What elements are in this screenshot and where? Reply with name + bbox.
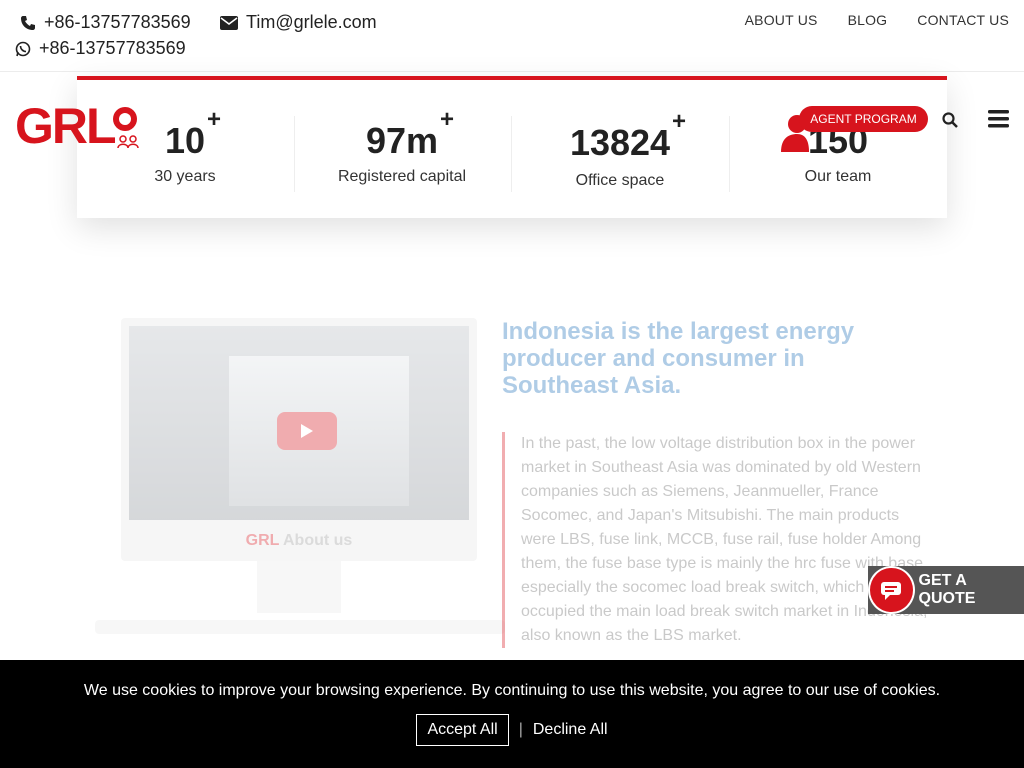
envelope-icon — [220, 15, 238, 30]
play-icon — [301, 424, 313, 438]
monitor-frame: GRL About us — [121, 318, 477, 561]
stat-office: 13824 + Office space — [560, 108, 686, 198]
keyboard — [95, 620, 505, 634]
article-body: In the past, the low voltage distributio… — [502, 432, 932, 648]
play-button[interactable] — [277, 412, 337, 450]
search-icon — [942, 112, 958, 128]
stat-years: 10 + 30 years — [139, 106, 231, 196]
globe-people-icon — [112, 107, 139, 149]
decline-all-button[interactable]: Decline All — [533, 721, 608, 739]
stats-card: 10 + 30 years 97m + Registered capital 138… — [77, 76, 947, 218]
phone-icon — [21, 15, 35, 30]
monitor-brand: GRL — [245, 532, 280, 549]
monitor-caption: GRL About us — [121, 532, 477, 550]
quote-circle — [868, 566, 915, 614]
stat-label: Registered capital — [337, 168, 467, 185]
search-button[interactable] — [942, 112, 958, 133]
cookie-message: We use cookies to improve your browsing … — [83, 682, 941, 699]
chat-icon — [881, 582, 902, 600]
top-nav: ABOUT US BLOG CONTACT US — [745, 12, 1009, 28]
accept-all-button[interactable]: Accept All — [416, 714, 509, 746]
hamburger-icon — [988, 110, 1009, 128]
email-address: Tim@grlele.com — [246, 12, 377, 32]
stat-label: 30 years — [154, 168, 216, 185]
stat-value: 10 — [164, 120, 206, 161]
stat-plus: + — [672, 108, 687, 135]
stat-divider — [729, 116, 730, 192]
stat-label: Office space — [575, 172, 665, 189]
stat-plus: + — [440, 106, 455, 133]
whatsapp-icon — [15, 41, 31, 56]
article-headline: Indonesia is the largest energy producer… — [502, 318, 855, 399]
get-quote-label: GET A QUOTE — [918, 572, 976, 607]
top-contact-bar: +86-13757783569 Tim@grlele.com +86-13757… — [0, 0, 1024, 72]
about-video[interactable]: GRL About us — [95, 318, 505, 638]
nav-about-us[interactable]: ABOUT US — [745, 12, 818, 28]
phone-number: +86-13757783569 — [44, 12, 191, 32]
monitor-stand — [257, 561, 341, 613]
cookie-banner: We use cookies to improve your browsing … — [0, 660, 1024, 768]
stat-divider — [294, 116, 295, 192]
stat-divider — [511, 116, 512, 192]
logo-text: GRL — [15, 98, 117, 154]
monitor-caption-text: About us — [283, 532, 353, 549]
cookie-actions: Accept All | Decline All — [0, 714, 1024, 746]
stat-label: Our team — [804, 168, 872, 185]
menu-button[interactable] — [988, 110, 1009, 133]
nav-contact-us[interactable]: CONTACT US — [917, 12, 1009, 28]
whatsapp-number: +86-13757783569 — [39, 38, 186, 58]
agent-program-button[interactable]: AGENT PROGRAM — [799, 106, 928, 132]
nav-blog[interactable]: BLOG — [848, 12, 888, 28]
video-screen — [129, 326, 469, 520]
stat-value: 13824 — [569, 122, 671, 163]
phone-contact[interactable]: +86-13757783569 — [20, 12, 191, 33]
whatsapp-contact[interactable]: +86-13757783569 — [15, 38, 186, 59]
stat-capital: 97m + Registered capital — [327, 106, 477, 196]
email-contact[interactable]: Tim@grlele.com — [220, 12, 377, 33]
get-quote-button[interactable]: GET A QUOTE — [868, 566, 1024, 614]
stat-plus: + — [207, 106, 222, 133]
cookie-separator: | — [518, 721, 523, 738]
stat-value: 97m — [365, 120, 439, 161]
site-logo[interactable]: GRL — [15, 97, 143, 155]
